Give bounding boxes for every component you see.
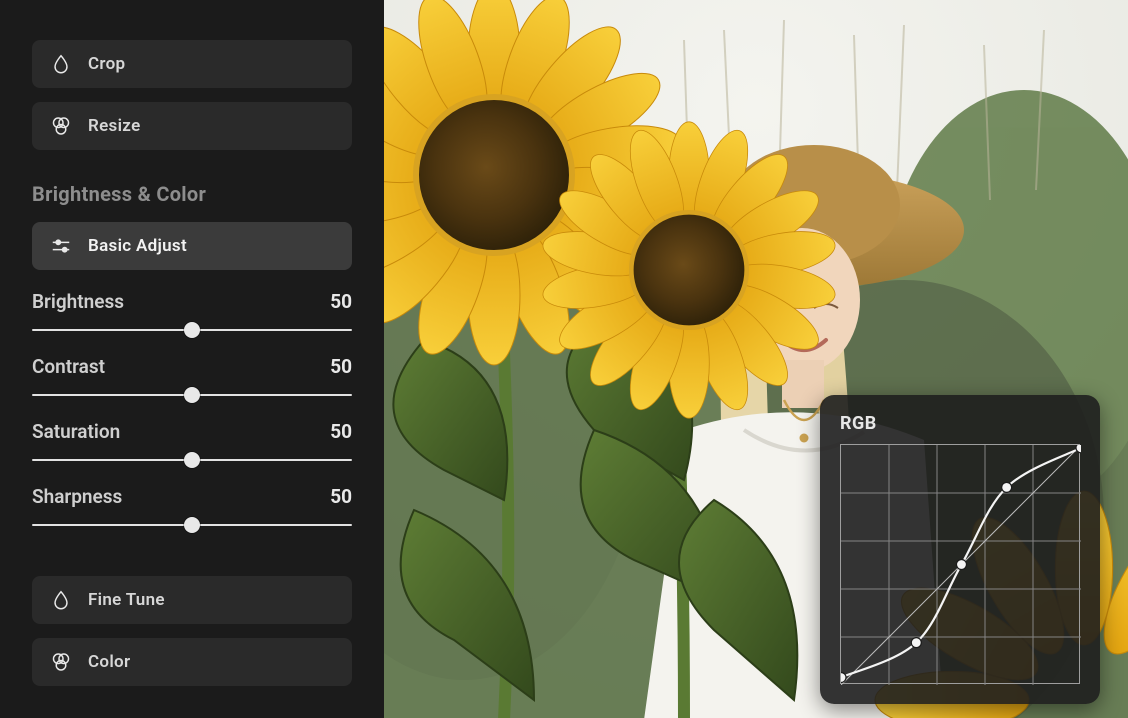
sliders-group: Brightness50Contrast50Saturation50Sharpn… xyxy=(32,290,352,532)
basic-adjust-label: Basic Adjust xyxy=(88,236,187,256)
rgb-curves-title: RGB xyxy=(840,413,1080,434)
contrast-slider[interactable]: Contrast 50 xyxy=(32,355,352,402)
image-canvas[interactable]: RGB xyxy=(384,0,1128,718)
circles-icon xyxy=(50,115,72,137)
brightness-label: Brightness xyxy=(32,290,124,313)
circles-icon xyxy=(50,651,72,673)
color-button[interactable]: Color xyxy=(32,638,352,686)
drop-icon xyxy=(50,53,72,75)
saturation-slider[interactable]: Saturation 50 xyxy=(32,420,352,467)
fine-tune-button[interactable]: Fine Tune xyxy=(32,576,352,624)
basic-adjust-button[interactable]: Basic Adjust xyxy=(32,222,352,270)
saturation-label: Saturation xyxy=(32,420,120,443)
contrast-thumb[interactable] xyxy=(184,387,200,403)
brightness-value: 50 xyxy=(330,290,352,313)
sliders-icon xyxy=(50,235,72,257)
brightness-thumb[interactable] xyxy=(184,322,200,338)
saturation-thumb[interactable] xyxy=(184,452,200,468)
sidebar: Crop Resize Brightness & Color Basic Adj… xyxy=(0,0,384,718)
color-label: Color xyxy=(88,652,130,672)
sharpness-label: Sharpness xyxy=(32,485,122,508)
sharpness-slider[interactable]: Sharpness 50 xyxy=(32,485,352,532)
contrast-track[interactable] xyxy=(32,388,352,402)
crop-label: Crop xyxy=(88,54,125,74)
resize-label: Resize xyxy=(88,116,141,136)
sharpness-value: 50 xyxy=(330,485,352,508)
resize-button[interactable]: Resize xyxy=(32,102,352,150)
saturation-track[interactable] xyxy=(32,453,352,467)
contrast-label: Contrast xyxy=(32,355,105,378)
rgb-curves-plot[interactable] xyxy=(840,444,1080,684)
section-title: Brightness & Color xyxy=(32,182,352,206)
brightness-track[interactable] xyxy=(32,323,352,337)
sharpness-track[interactable] xyxy=(32,518,352,532)
fine-tune-label: Fine Tune xyxy=(88,590,165,610)
brightness-slider[interactable]: Brightness 50 xyxy=(32,290,352,337)
saturation-value: 50 xyxy=(330,420,352,443)
bottom-tools: Fine Tune Color xyxy=(32,572,352,686)
rgb-curves-panel[interactable]: RGB xyxy=(820,395,1100,704)
crop-button[interactable]: Crop xyxy=(32,40,352,88)
contrast-value: 50 xyxy=(330,355,352,378)
app-root: Crop Resize Brightness & Color Basic Adj… xyxy=(0,0,1128,718)
drop-icon xyxy=(50,589,72,611)
sharpness-thumb[interactable] xyxy=(184,517,200,533)
